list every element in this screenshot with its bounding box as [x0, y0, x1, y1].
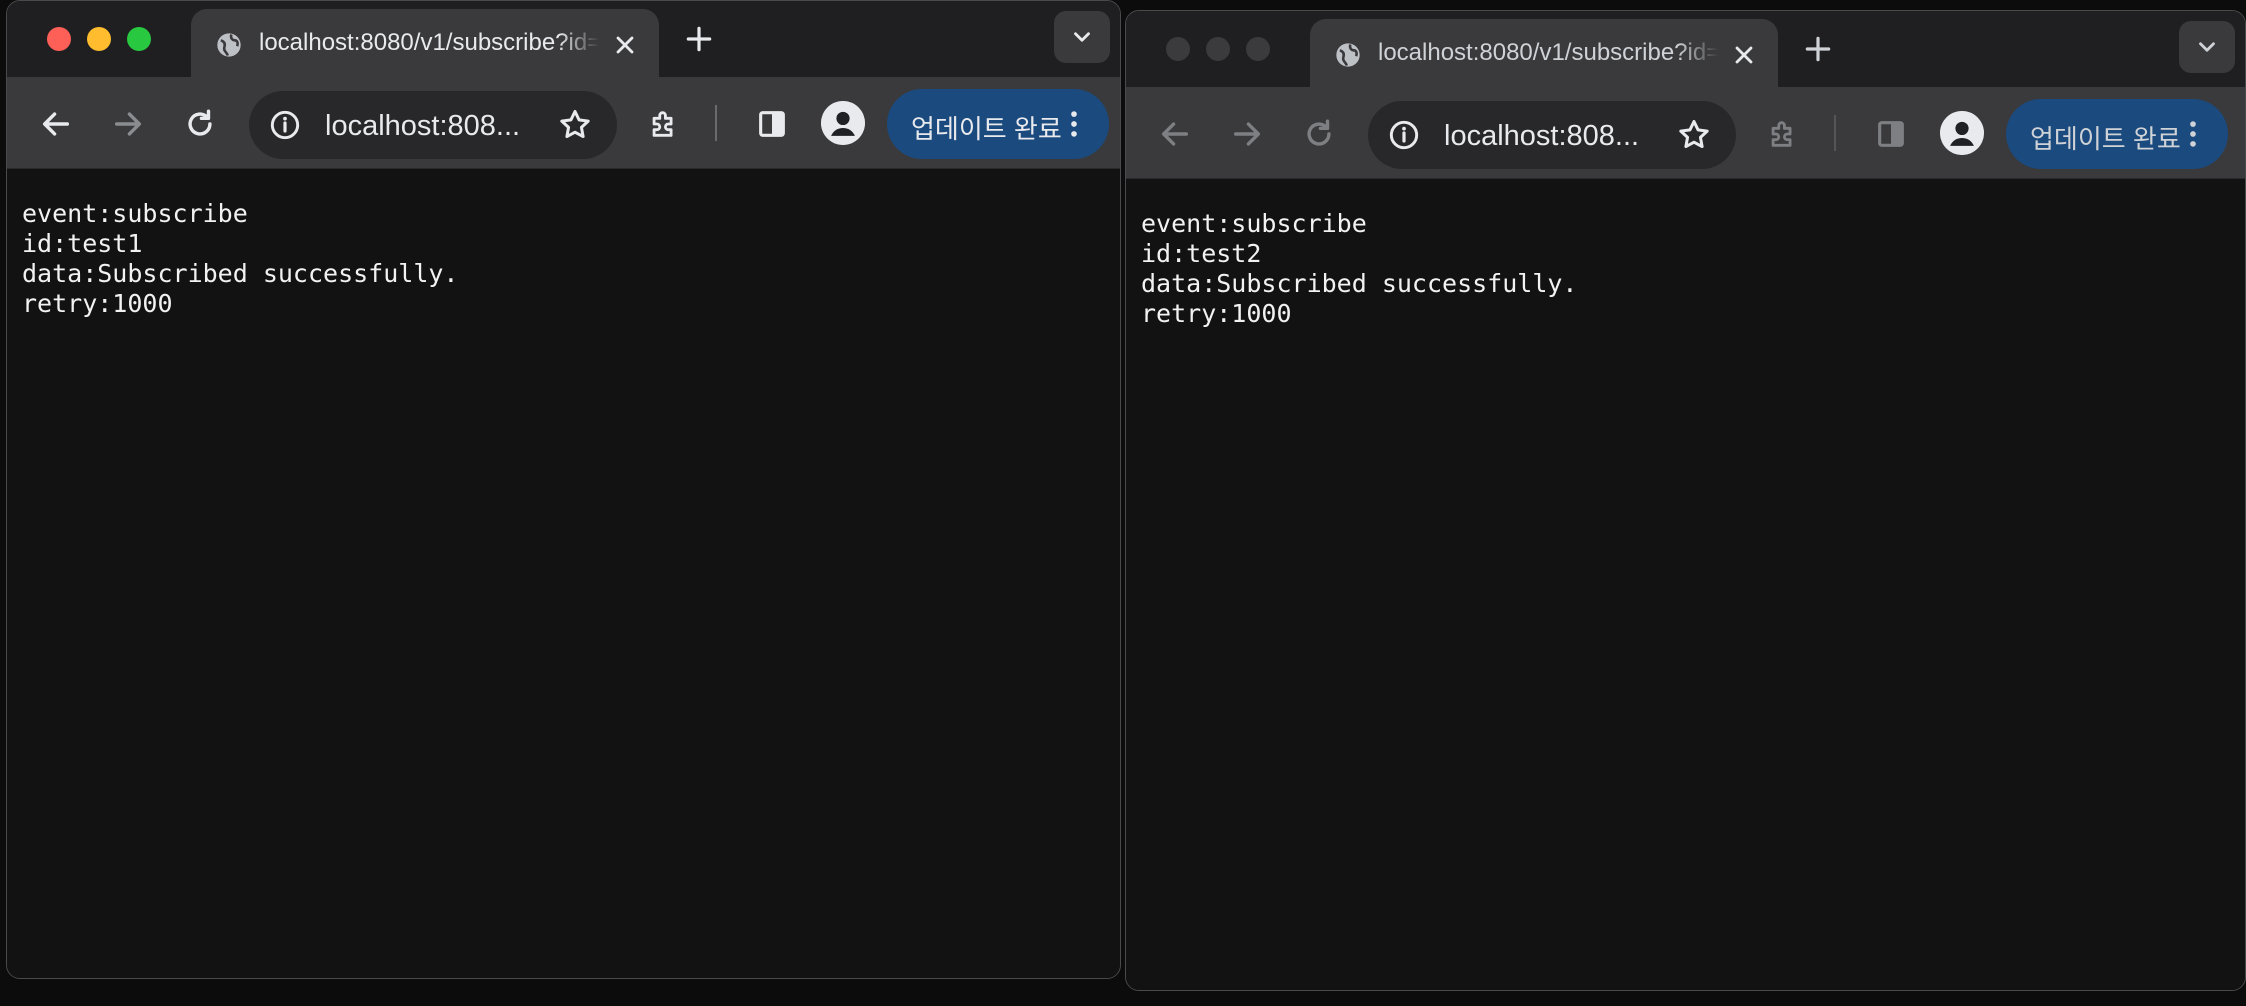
new-tab-button[interactable]: [1802, 33, 1834, 65]
chevron-down-icon: [2199, 42, 2215, 52]
minimize-window-button[interactable]: [1206, 37, 1230, 61]
response-line-retry: retry:1000: [22, 289, 173, 318]
more-menu-icon[interactable]: [1057, 107, 1091, 141]
page-content: event:subscribe id:test1 data:Subscribed…: [7, 169, 1120, 978]
close-window-button[interactable]: [1166, 37, 1190, 61]
reload-button[interactable]: [1302, 117, 1336, 151]
browser-window-1: localhost:8080/v1/subscribe?id=test1: [6, 0, 1121, 979]
chevron-down-icon: [1074, 32, 1090, 42]
desktop: localhost:8080/v1/subscribe?id=test1: [0, 0, 2246, 1006]
close-tab-icon[interactable]: [1730, 41, 1758, 69]
update-label: 업데이트 완료: [2030, 124, 2181, 154]
back-button[interactable]: [39, 107, 73, 141]
bookmark-star-icon[interactable]: [557, 107, 593, 143]
maximize-window-button[interactable]: [1246, 37, 1270, 61]
bookmark-star-icon[interactable]: [1676, 117, 1712, 153]
reload-button[interactable]: [183, 107, 217, 141]
site-info-icon[interactable]: [269, 109, 301, 141]
window-controls: [1166, 37, 1270, 61]
side-panel-icon[interactable]: [1874, 117, 1908, 151]
page-content: event:subscribe id:test2 data:Subscribed…: [1126, 179, 2245, 990]
response-line-data: data:Subscribed successfully.: [1141, 269, 1578, 298]
response-line-event: event:subscribe: [1141, 209, 1367, 238]
new-tab-button[interactable]: [683, 23, 715, 55]
tab-subscribe[interactable]: localhost:8080/v1/subscribe?id=test2: [1310, 19, 1778, 87]
update-label: 업데이트 완료: [911, 114, 1062, 144]
toolbar-separator: [715, 105, 717, 141]
minimize-window-button[interactable]: [87, 27, 111, 51]
response-line-id: id:test2: [1141, 239, 1262, 268]
site-info-icon[interactable]: [1388, 119, 1420, 151]
url-text: localhost:808...: [325, 110, 521, 142]
globe-icon: [1336, 43, 1360, 67]
more-menu-icon[interactable]: [2176, 117, 2210, 151]
extensions-icon[interactable]: [1766, 117, 1800, 151]
tab-strip: localhost:8080/v1/subscribe?id=test1: [7, 1, 1120, 77]
response-line-retry: retry:1000: [1141, 299, 1292, 328]
person-icon: [1940, 111, 1984, 155]
forward-button[interactable]: [111, 107, 145, 141]
globe-icon: [217, 33, 241, 57]
tab-search-button[interactable]: [2179, 21, 2235, 73]
response-line-event: event:subscribe: [22, 199, 248, 228]
tab-subscribe[interactable]: localhost:8080/v1/subscribe?id=test1: [191, 9, 659, 77]
maximize-window-button[interactable]: [127, 27, 151, 51]
back-button[interactable]: [1158, 117, 1192, 151]
tab-search-button[interactable]: [1054, 11, 1110, 63]
person-icon: [821, 101, 865, 145]
close-window-button[interactable]: [47, 27, 71, 51]
address-bar[interactable]: localhost:808...: [249, 91, 617, 159]
toolbar-separator: [1834, 115, 1836, 151]
side-panel-icon[interactable]: [755, 107, 789, 141]
tab-title: localhost:8080/v1/subscribe?id=test2: [1378, 39, 1718, 66]
toolbar: localhost:808... 업데이트 완료: [7, 77, 1120, 169]
extensions-icon[interactable]: [647, 107, 681, 141]
browser-window-2: localhost:8080/v1/subscribe?id=test2: [1125, 10, 2246, 991]
url-text: localhost:808...: [1444, 120, 1640, 152]
toolbar: localhost:808... 업데이트 완료: [1126, 87, 2245, 179]
profile-avatar[interactable]: [1940, 111, 1984, 155]
response-line-data: data:Subscribed successfully.: [22, 259, 459, 288]
response-line-id: id:test1: [22, 229, 143, 258]
update-complete-button[interactable]: 업데이트 완료: [887, 89, 1109, 159]
tab-title: localhost:8080/v1/subscribe?id=test1: [259, 29, 599, 56]
close-tab-icon[interactable]: [611, 31, 639, 59]
profile-avatar[interactable]: [821, 101, 865, 145]
update-complete-button[interactable]: 업데이트 완료: [2006, 99, 2228, 169]
forward-button[interactable]: [1230, 117, 1264, 151]
tab-strip: localhost:8080/v1/subscribe?id=test2: [1126, 11, 2245, 87]
address-bar[interactable]: localhost:808...: [1368, 101, 1736, 169]
window-controls: [47, 27, 151, 51]
